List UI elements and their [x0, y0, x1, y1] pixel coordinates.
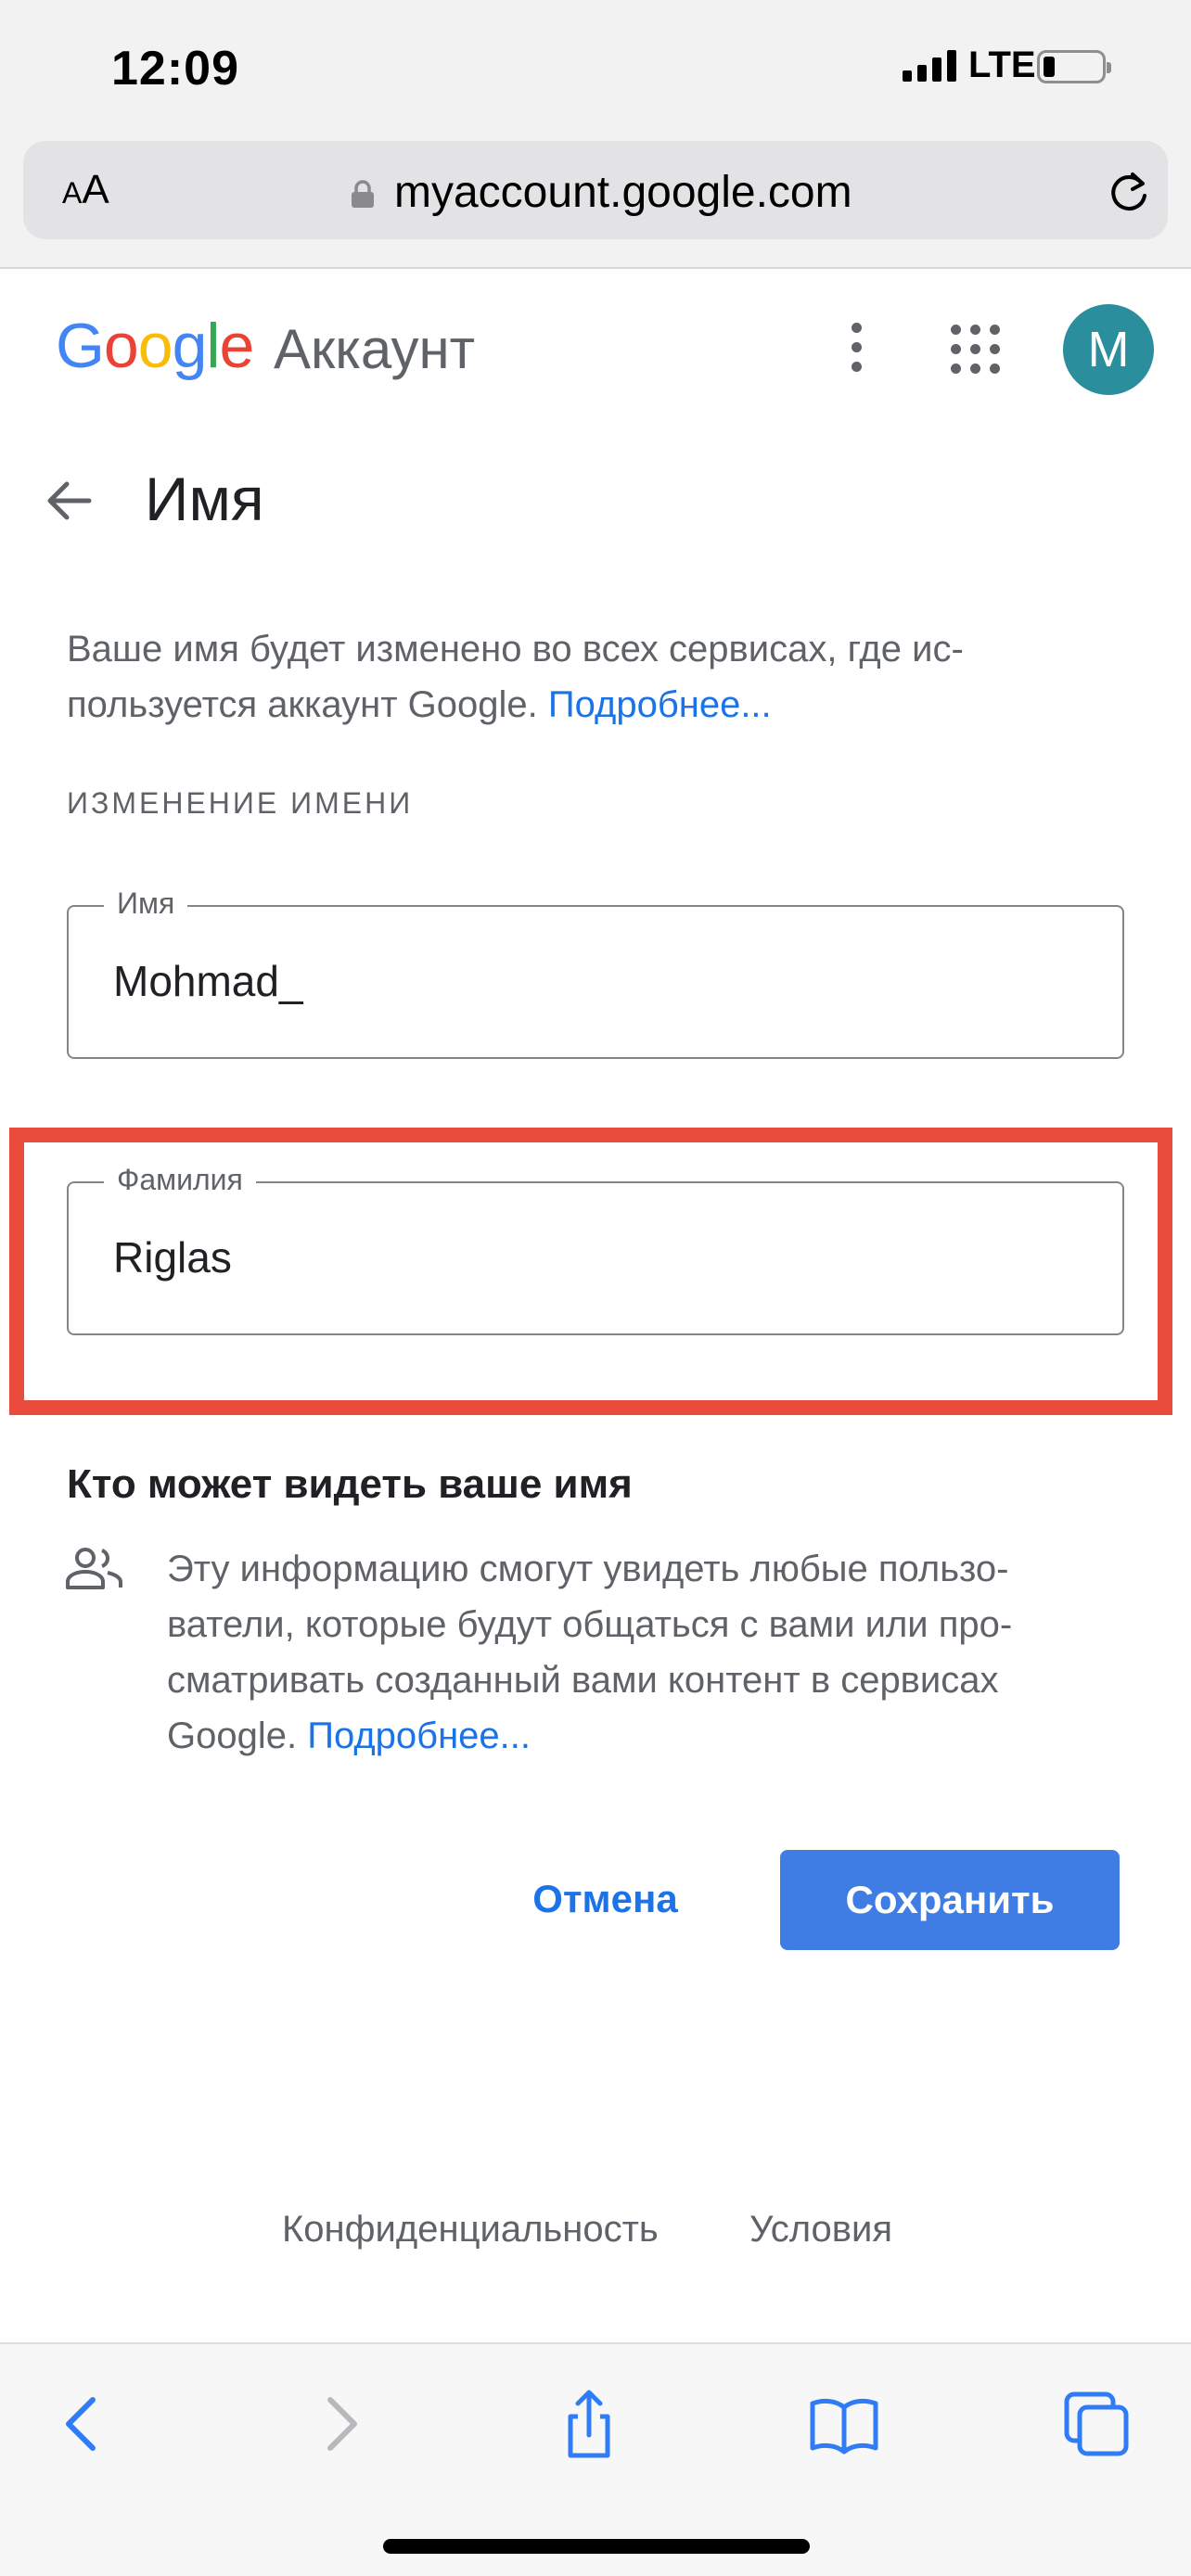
intro-body: Ваше имя будет изменено во всех сервисах… — [67, 629, 964, 725]
logo-letter: e — [219, 311, 255, 381]
text-size-large-glyph: A — [82, 167, 109, 212]
back-icon[interactable] — [46, 2387, 121, 2461]
tabs-icon[interactable] — [1059, 2387, 1133, 2461]
bookmarks-icon[interactable] — [807, 2387, 881, 2461]
status-bar: 12:09 LTE — [0, 0, 1191, 130]
first-name-label: Имя — [104, 886, 188, 921]
learn-more-link[interactable]: Подробнее... — [548, 684, 772, 725]
last-name-input[interactable] — [113, 1230, 1078, 1285]
terms-link[interactable]: Условия — [749, 2209, 892, 2251]
url-text[interactable]: myaccount.google.com — [394, 167, 852, 218]
avatar[interactable]: M — [1063, 304, 1154, 395]
visibility-body: Эту информацию смогут увидеть любые поль… — [167, 1549, 1013, 1756]
visibility-text: Эту информацию смогут увидеть любые поль… — [167, 1541, 1104, 1764]
forward-icon[interactable] — [302, 2387, 377, 2461]
intro-text: Ваше имя будет изменено во всех сервисах… — [67, 621, 1106, 733]
google-logo[interactable]: Google — [56, 310, 255, 382]
product-name: Аккаунт — [274, 318, 476, 380]
last-name-field[interactable]: Фамилия — [67, 1163, 1124, 1335]
text-size-small-glyph: A — [62, 176, 83, 210]
browser-address-area: AA myaccount.google.com — [0, 130, 1191, 269]
section-label: ИЗМЕНЕНИЕ ИМЕНИ — [67, 786, 414, 820]
logo-letter: o — [103, 311, 139, 381]
network-type: LTE — [968, 45, 1036, 85]
last-name-label: Фамилия — [104, 1163, 256, 1197]
logo-letter: g — [172, 311, 208, 381]
first-name-input[interactable] — [113, 953, 1078, 1009]
save-button[interactable]: Сохранить — [780, 1850, 1120, 1950]
people-icon — [66, 1548, 122, 1589]
more-options-icon[interactable] — [844, 323, 868, 378]
logo-letter: o — [137, 311, 173, 381]
share-icon[interactable] — [552, 2387, 626, 2461]
battery-icon — [1037, 50, 1111, 83]
page-title: Имя — [145, 465, 264, 533]
reload-icon[interactable] — [1107, 169, 1153, 215]
cancel-button[interactable]: Отмена — [506, 1850, 705, 1948]
address-bar[interactable]: AA myaccount.google.com — [23, 141, 1168, 239]
logo-letter: G — [56, 311, 105, 381]
account-header: Google Аккаунт M — [0, 271, 1191, 428]
first-name-field[interactable]: Имя — [67, 886, 1124, 1059]
lock-icon — [352, 180, 374, 208]
apps-grid-icon[interactable] — [951, 325, 1001, 375]
cellular-signal-icon — [903, 48, 958, 82]
visibility-learn-more-link[interactable]: Подробнее... — [307, 1715, 531, 1756]
visibility-title: Кто может видеть ваше имя — [67, 1461, 633, 1507]
arrow-left-icon[interactable] — [43, 475, 95, 527]
logo-letter: l — [206, 311, 220, 381]
status-time: 12:09 — [111, 42, 239, 96]
text-size-button[interactable]: AA — [62, 167, 109, 213]
home-indicator — [383, 2539, 810, 2554]
privacy-link[interactable]: Конфиденциальность — [282, 2209, 659, 2251]
